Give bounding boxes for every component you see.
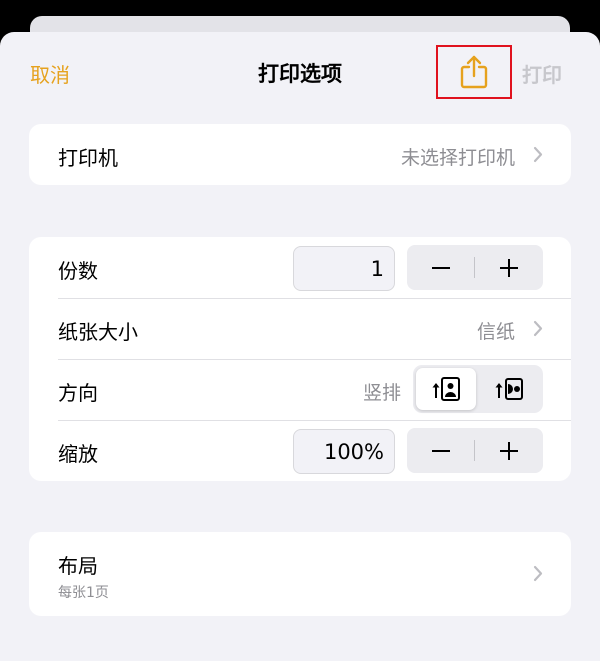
plus-icon: [500, 441, 518, 460]
copies-stepper: [407, 245, 543, 290]
orientation-row: 方向 竖排: [29, 359, 571, 420]
print-options-sheet: 取消 打印选项 打印 打印机 未选择打印机 份数 1 纸张大小 信纸 方向 竖排…: [0, 32, 600, 661]
paper-size-value: 信纸: [476, 321, 515, 343]
orientation-value: 竖排: [362, 382, 401, 404]
orientation-segmented-control: [413, 365, 543, 413]
portrait-orientation-icon: [432, 377, 460, 401]
share-button[interactable]: [436, 45, 512, 99]
chevron-right-icon: [533, 565, 543, 582]
scale-stepper: [407, 428, 543, 473]
chevron-right-icon: [533, 146, 543, 163]
portrait-option[interactable]: [416, 368, 476, 410]
landscape-orientation-icon: [495, 378, 523, 400]
increment-button[interactable]: [475, 428, 543, 473]
decrement-button[interactable]: [407, 245, 475, 290]
scale-label: 缩放: [58, 442, 98, 466]
increment-button[interactable]: [475, 245, 543, 290]
scale-row: 缩放 100%: [29, 420, 571, 481]
paper-size-row[interactable]: 纸张大小 信纸: [29, 298, 571, 359]
landscape-option[interactable]: [480, 368, 540, 410]
plus-icon: [500, 258, 518, 277]
decrement-button[interactable]: [407, 428, 475, 473]
layout-card[interactable]: 布局 每张1页: [29, 532, 571, 616]
copies-row: 份数 1: [29, 237, 571, 298]
printer-label: 打印机: [58, 146, 118, 170]
cancel-button[interactable]: 取消: [30, 59, 70, 88]
share-icon: [460, 55, 488, 89]
copies-label: 份数: [58, 259, 98, 283]
paper-size-label: 纸张大小: [58, 320, 138, 344]
printer-value: 未选择打印机: [400, 147, 515, 169]
layout-subtitle: 每张1页: [58, 585, 109, 601]
printer-row[interactable]: 打印机 未选择打印机: [29, 124, 571, 185]
layout-label: 布局: [58, 554, 98, 578]
navigation-bar: 取消 打印选项 打印: [0, 32, 600, 112]
copies-field[interactable]: 1: [293, 246, 395, 291]
minus-icon: [432, 449, 450, 452]
scale-field[interactable]: 100%: [293, 429, 395, 474]
chevron-right-icon: [533, 320, 543, 337]
minus-icon: [432, 266, 450, 269]
print-settings-card: 份数 1 纸张大小 信纸 方向 竖排 缩放 100%: [29, 237, 571, 481]
orientation-label: 方向: [58, 381, 98, 405]
printer-card: 打印机 未选择打印机: [29, 124, 571, 185]
print-button[interactable]: 打印: [522, 59, 562, 88]
